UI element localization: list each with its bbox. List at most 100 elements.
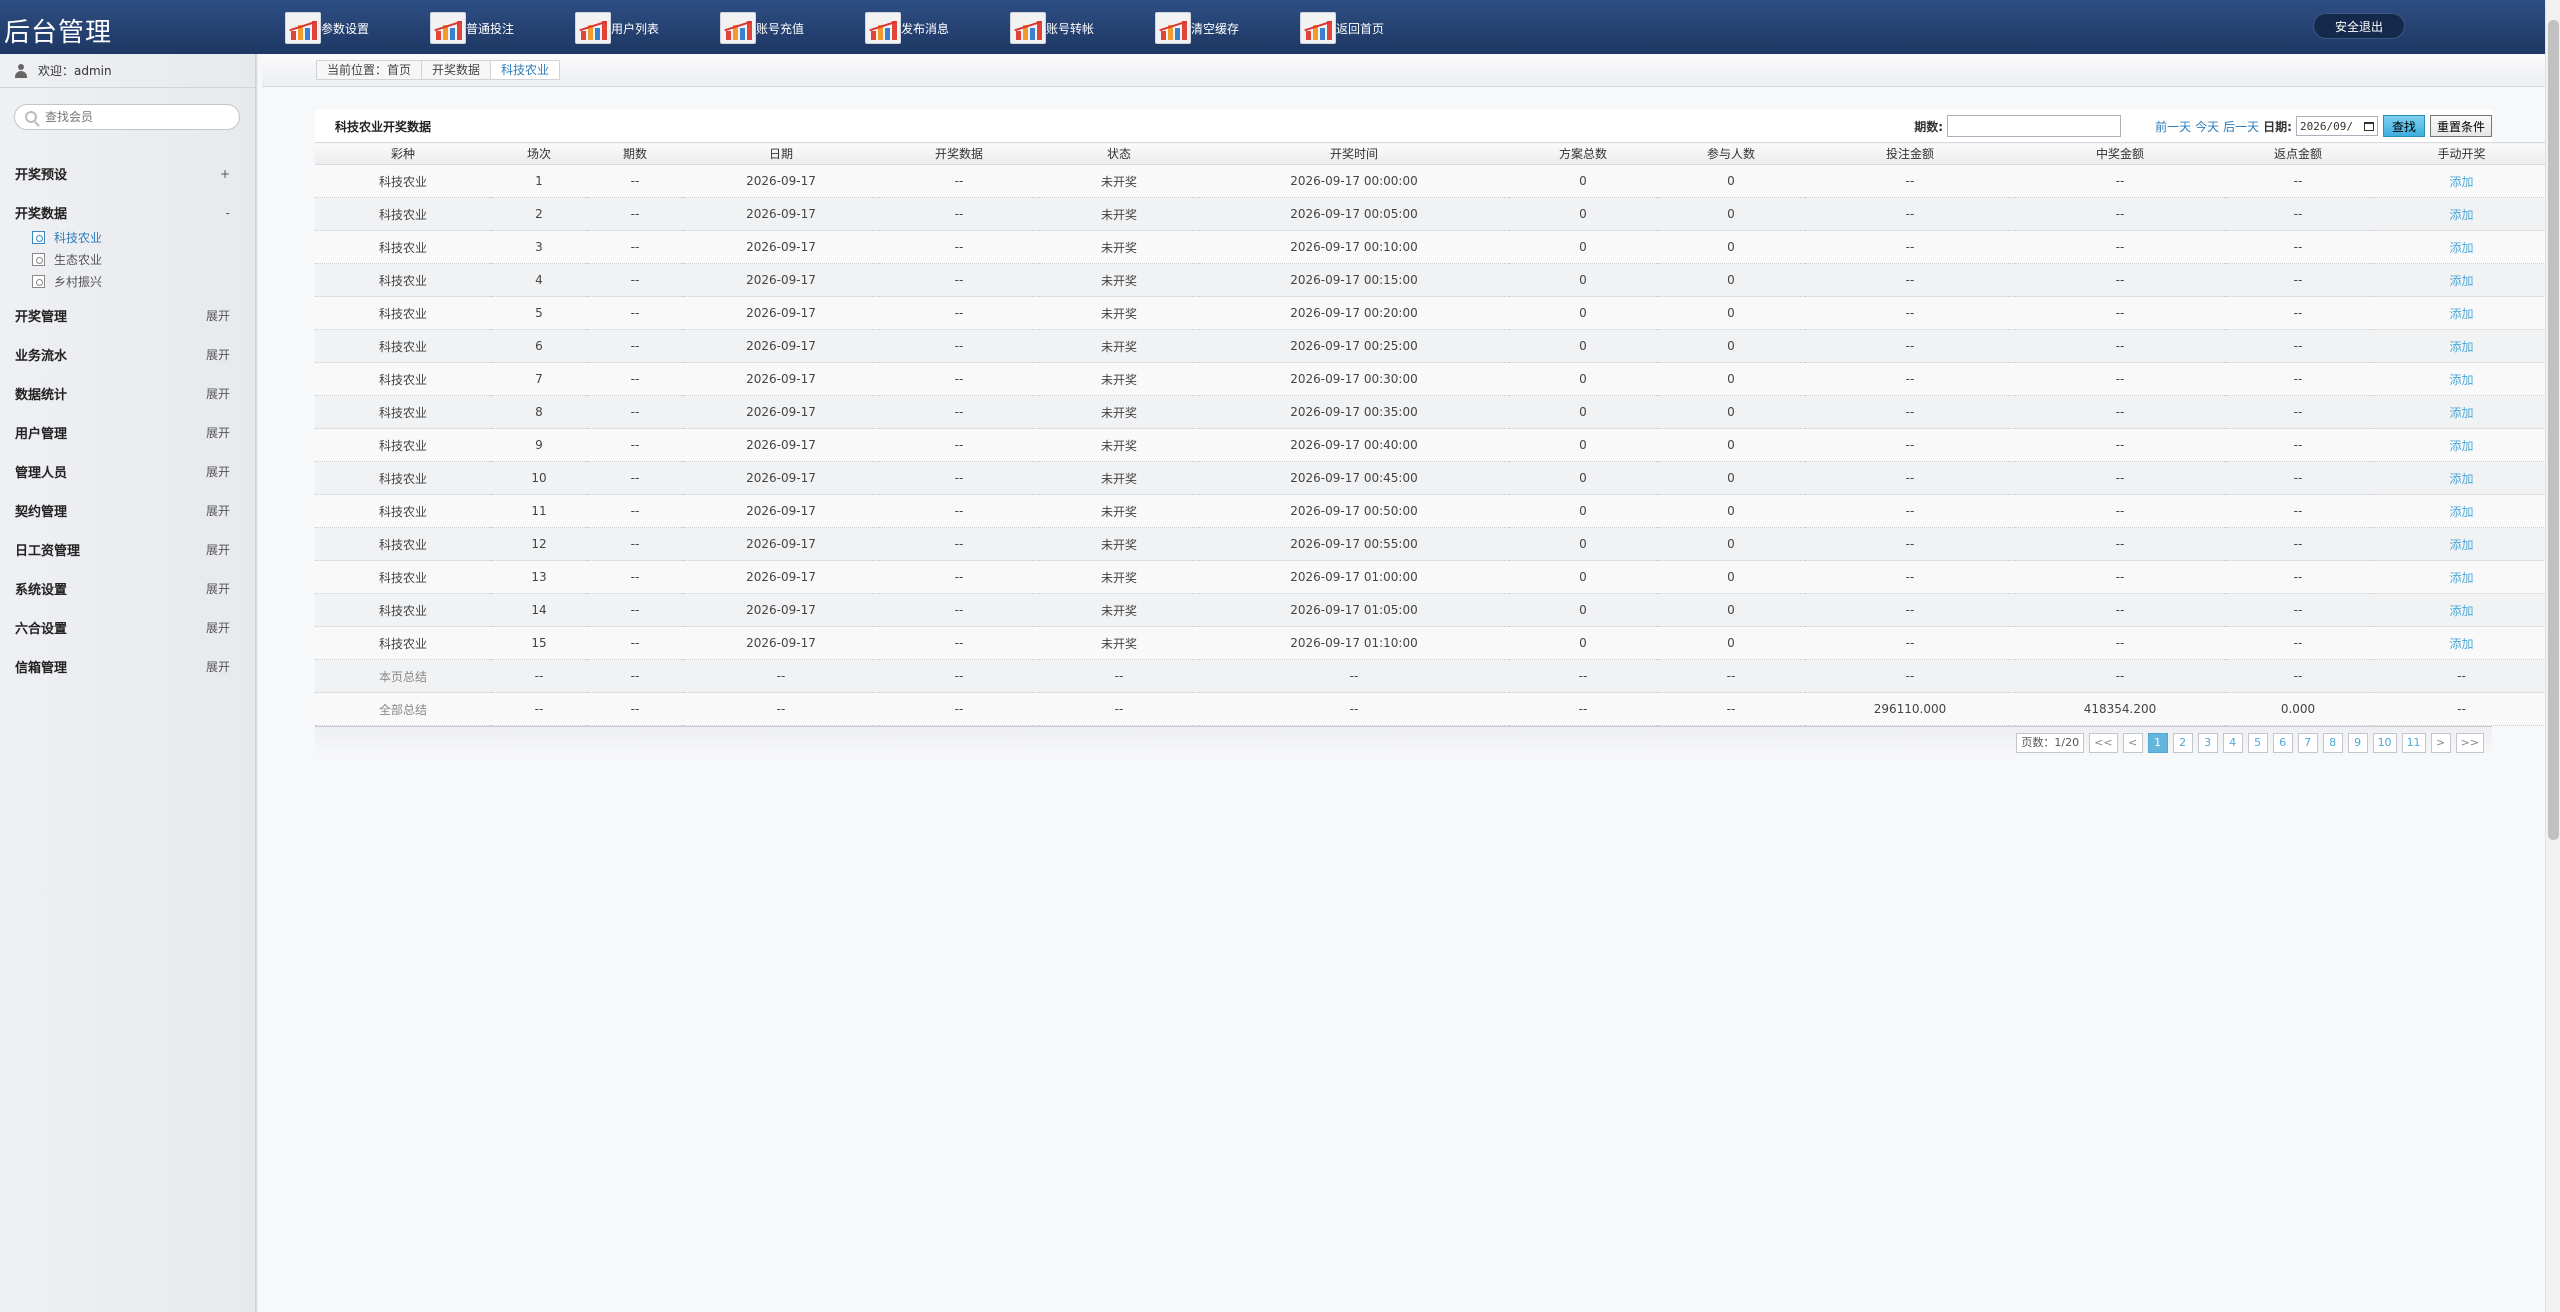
table-cell: 2026-09-17 (683, 362, 879, 396)
submenu-item[interactable]: 乡村振兴 (32, 270, 256, 292)
page-number-button[interactable]: 10 (2372, 732, 2397, 753)
next-day-link[interactable]: 后一天 (2223, 118, 2259, 135)
sidebar-menu-item[interactable]: 数据统计 展开 (0, 374, 256, 413)
add-link[interactable]: 添加 (2371, 230, 2552, 264)
menu-toggle[interactable]: 展开 (206, 463, 230, 480)
prev-day-link[interactable]: 前一天 (2155, 118, 2191, 135)
menu-toggle[interactable]: 展开 (206, 580, 230, 597)
table-cell: -- (2225, 164, 2371, 198)
menu-toggle[interactable]: 展开 (206, 346, 230, 363)
table-cell: -- (2225, 362, 2371, 396)
add-link[interactable]: 添加 (2371, 395, 2552, 429)
table-row: 科技农业 6 -- 2026-09-17 -- 未开奖 2026-09-17 00:25:0… (315, 329, 2552, 363)
topnav-item[interactable]: 清空缓存 (1155, 10, 1300, 46)
add-link[interactable]: 添加 (2371, 362, 2552, 396)
table-cell: -- (2225, 428, 2371, 462)
lottery-icon (32, 274, 45, 288)
page-number-button[interactable]: 3 (2197, 732, 2218, 753)
add-link[interactable]: 添加 (2371, 329, 2552, 363)
add-link[interactable]: 添加 (2371, 263, 2552, 297)
table-cell: -- (2015, 197, 2225, 231)
menu-toggle[interactable]: 展开 (206, 658, 230, 675)
page-number-button[interactable]: 8 (2322, 732, 2343, 753)
sidebar-menu-item[interactable]: 用户管理 展开 (0, 413, 256, 452)
page-number-button[interactable]: 7 (2297, 732, 2318, 753)
add-link[interactable]: 添加 (2371, 494, 2552, 528)
today-link[interactable]: 今天 (2195, 118, 2219, 135)
add-link[interactable]: 添加 (2371, 428, 2552, 462)
page-number-button[interactable]: 1 (2147, 732, 2168, 753)
page-number-button[interactable]: 11 (2401, 732, 2426, 753)
table-cell: 2026-09-17 00:40:00 (1199, 428, 1509, 462)
menu-toggle[interactable]: + (220, 167, 230, 181)
page-number-button[interactable]: 5 (2247, 732, 2268, 753)
table-row: 科技农业 2 -- 2026-09-17 -- 未开奖 2026-09-17 00:05:0… (315, 197, 2552, 231)
menu-toggle[interactable]: 展开 (206, 424, 230, 441)
topnav-item[interactable]: 返回首页 (1300, 10, 1445, 46)
sidebar-menu-item[interactable]: 系统设置 展开 (0, 569, 256, 608)
page-number-button[interactable]: 4 (2222, 732, 2243, 753)
table-cell: 7 (491, 362, 587, 396)
last-page-button[interactable]: >> (2455, 732, 2484, 753)
sidebar-menu-item[interactable]: 管理人员 展开 (0, 452, 256, 491)
page-number-button[interactable]: 9 (2347, 732, 2368, 753)
table-cell: 未开奖 (1039, 428, 1199, 462)
next-page-button[interactable]: > (2430, 732, 2451, 753)
reset-button[interactable]: 重置条件 (2429, 115, 2492, 137)
page-number-button[interactable]: 2 (2172, 732, 2193, 753)
sidebar-menu-item[interactable]: 信箱管理 展开 (0, 647, 256, 686)
submenu-item[interactable]: 科技农业 (32, 226, 256, 248)
topnav-item[interactable]: 发布消息 (865, 10, 1010, 46)
date-input[interactable]: 2026/09/ (2295, 116, 2378, 136)
table-cell: -- (2225, 560, 2371, 594)
add-link[interactable]: 添加 (2371, 461, 2552, 495)
breadcrumb-section[interactable]: 开奖数据 (422, 61, 492, 79)
menu-toggle[interactable]: 展开 (206, 541, 230, 558)
table-cell: -- (2225, 395, 2371, 429)
sidebar-menu-item[interactable]: 六合设置 展开 (0, 608, 256, 647)
table-cell: 2026-09-17 00:55:00 (1199, 527, 1509, 561)
sidebar-menu-item[interactable]: 业务流水 展开 (0, 335, 256, 374)
topnav-item[interactable]: 账号充值 (720, 10, 865, 46)
find-button[interactable]: 查找 (2382, 115, 2425, 137)
logout-button[interactable]: 安全退出 (2313, 13, 2405, 39)
page-number-button[interactable]: 6 (2272, 732, 2293, 753)
topnav-item[interactable]: 参数设置 (285, 10, 430, 46)
member-search-input[interactable] (45, 110, 225, 124)
table-cell: 0 (1657, 428, 1805, 462)
breadcrumb-home[interactable]: 当前位置：首页 (317, 61, 423, 79)
table-cell: -- (587, 395, 683, 429)
submenu-item[interactable]: 生态农业 (32, 248, 256, 270)
topnav-item[interactable]: 账号转帐 (1010, 10, 1155, 46)
add-link[interactable]: 添加 (2371, 626, 2552, 660)
sidebar-menu-item[interactable]: 开奖管理 展开 (0, 296, 256, 335)
menu-label: 系统设置 (15, 583, 68, 598)
menu-toggle[interactable]: - (226, 206, 230, 220)
menu-toggle[interactable]: 展开 (206, 307, 230, 324)
add-link[interactable]: 添加 (2371, 197, 2552, 231)
topnav-item[interactable]: 用户列表 (575, 10, 720, 46)
menu-toggle[interactable]: 展开 (206, 619, 230, 636)
topnav-item[interactable]: 普通投注 (430, 10, 575, 46)
table-cell: -- (1805, 428, 2015, 462)
first-page-button[interactable]: << (2089, 732, 2118, 753)
add-link[interactable]: 添加 (2371, 296, 2552, 330)
sidebar-menu-item[interactable]: 日工资管理 展开 (0, 530, 256, 569)
page-scrollbar[interactable] (2545, 0, 2560, 1312)
sidebar-menu-item[interactable]: 契约管理 展开 (0, 491, 256, 530)
add-link[interactable]: 添加 (2371, 593, 2552, 627)
add-link[interactable]: 添加 (2371, 560, 2552, 594)
sidebar-menu-item[interactable]: 开奖预设 + (0, 154, 256, 193)
table-row: 科技农业 3 -- 2026-09-17 -- 未开奖 2026-09-17 00:10:0… (315, 230, 2552, 264)
table-cell: 5 (491, 296, 587, 330)
scrollbar-thumb[interactable] (2548, 20, 2559, 840)
menu-toggle[interactable]: 展开 (206, 502, 230, 519)
prev-page-button[interactable]: < (2122, 732, 2143, 753)
add-link[interactable]: 添加 (2371, 527, 2552, 561)
summary-cell: -- (879, 659, 1039, 693)
period-input[interactable] (1947, 115, 2122, 137)
menu-toggle[interactable]: 展开 (206, 385, 230, 402)
table-cell: 0 (1509, 296, 1657, 330)
add-link[interactable]: 添加 (2371, 164, 2552, 198)
calendar-icon[interactable] (2363, 121, 2374, 131)
